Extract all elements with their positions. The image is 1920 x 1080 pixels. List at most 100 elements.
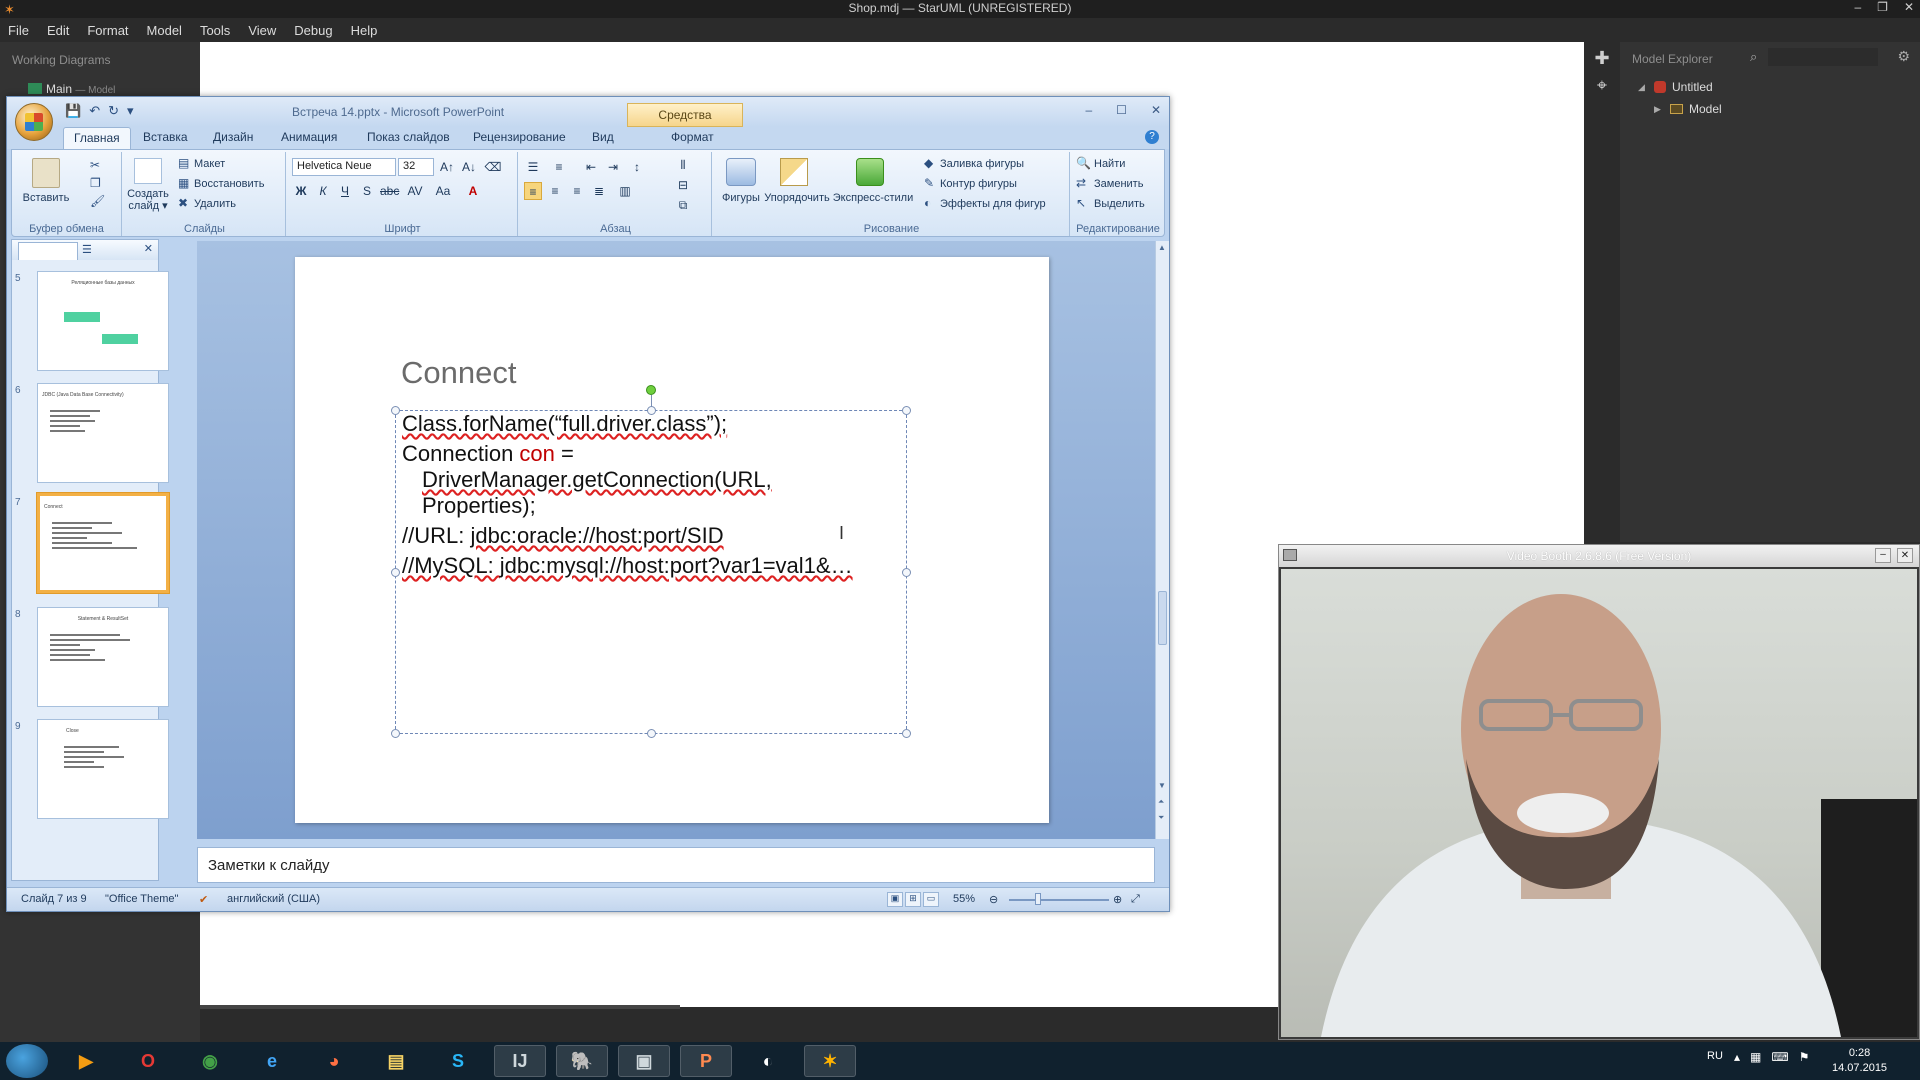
redo-icon[interactable]: ↻ [108,103,119,119]
slide-thumbnail-8[interactable]: Statement & ResultSet [37,607,169,707]
zoom-out-icon[interactable]: ⊖ [989,893,998,906]
paste-button[interactable]: Вставить [20,192,72,204]
language-indicator[interactable]: RU [1707,1050,1723,1062]
new-slide-button[interactable]: Создать слайд ▾ [124,188,172,212]
slide-thumbnail-5[interactable]: Реляционные базы данных [37,271,169,371]
gear-icon[interactable]: ⚙ [1897,48,1910,65]
spell-check-icon[interactable]: ✔ [199,893,208,906]
minimize-button[interactable]: – [1854,0,1861,14]
reset-button[interactable]: Восстановить [194,178,264,190]
notes-pane[interactable]: Заметки к слайду [197,847,1155,883]
align-center-icon[interactable]: ≡ [546,182,564,200]
clock[interactable]: 0:28 14.07.2015 [1832,1046,1887,1076]
video-booth-task-icon[interactable]: ▣ [618,1045,670,1077]
zoom-slider-knob[interactable] [1035,893,1041,905]
close-panel-icon[interactable]: ✕ [144,242,153,255]
powerpoint-task-icon[interactable]: P [680,1045,732,1077]
previous-slide-icon[interactable]: ⏶ [1158,797,1164,807]
firefox-icon[interactable]: ◕ [308,1045,360,1077]
delete-button[interactable]: Удалить [194,198,236,210]
shape-fill-button[interactable]: Заливка фигуры [940,158,1024,170]
clear-formatting-icon[interactable]: ⌫ [484,158,502,176]
chrome-icon[interactable]: ◉ [184,1045,236,1077]
zoom-level[interactable]: 55% [953,893,975,905]
smartart-icon[interactable]: ⧉ [674,196,692,214]
increase-indent-icon[interactable]: ⇥ [604,158,622,176]
media-player-icon[interactable]: ▶ [60,1045,112,1077]
scroll-thumb[interactable] [1158,591,1167,645]
content-placeholder[interactable]: Class.forName(“full.driver.class”); Conn… [391,385,911,738]
customize-qat-icon[interactable]: ▾ [127,103,134,119]
char-spacing-icon[interactable]: AV [406,182,424,200]
shrink-font-icon[interactable]: A↓ [460,158,478,176]
tree-item-project[interactable]: ◢ Untitled [1638,80,1713,94]
current-slide[interactable]: Connect Class.forName(“full.driver.class… [295,257,1049,823]
shape-effects-button[interactable]: Эффекты для фигур [940,198,1046,210]
paste-icon[interactable] [32,158,60,188]
menu-format[interactable]: Format [87,23,128,38]
select-button[interactable]: Выделить [1094,198,1145,210]
outline-tab[interactable]: ☰ [82,243,92,256]
office-button[interactable] [15,103,53,141]
editor-vertical-scrollbar[interactable]: ▲ ▼ ⏶ ⏷ [1155,241,1169,839]
slide-thumbnail-7[interactable]: Connect [37,493,169,593]
close-button[interactable]: ✕ [1904,0,1914,14]
tab-home[interactable]: Главная [63,127,131,149]
help-icon[interactable]: ? [1145,130,1159,144]
tab-animation[interactable]: Анимация [281,130,337,144]
keyboard-icon[interactable]: ⌨ [1771,1050,1788,1064]
align-right-icon[interactable]: ≡ [568,182,586,200]
status-theme[interactable]: "Office Theme" [105,893,178,905]
slide-thumbnail-9[interactable]: Close [37,719,169,819]
resize-handle[interactable] [391,406,400,415]
menu-model[interactable]: Model [147,23,182,38]
resize-handle[interactable] [647,729,656,738]
italic-icon[interactable]: К [314,182,332,200]
shadow-icon[interactable]: S [358,182,376,200]
resize-handle[interactable] [391,729,400,738]
text-direction-icon[interactable]: ⫴ [674,156,692,174]
ppt-maximize-button[interactable]: ☐ [1116,103,1127,117]
quick-styles-icon[interactable] [856,158,884,186]
zoom-in-icon[interactable]: ⊕ [1113,893,1122,906]
canvas-horizontal-scrollbar[interactable] [200,1005,680,1009]
cut-icon[interactable]: ✂ [90,158,100,172]
menu-tools[interactable]: Tools [200,23,230,38]
slide-thumbnail-6[interactable]: JDBC (Java Data Base Connectivity) [37,383,169,483]
justify-icon[interactable]: ≣ [590,182,608,200]
tab-view[interactable]: Вид [592,130,614,144]
collapsed-arrow-icon[interactable]: ▶ [1654,104,1664,115]
menu-file[interactable]: File [8,23,29,38]
menu-debug[interactable]: Debug [294,23,332,38]
save-icon[interactable]: 💾 [65,103,81,119]
resize-handle[interactable] [391,568,400,577]
video-booth-close-button[interactable]: ✕ [1897,548,1913,563]
tab-review[interactable]: Рецензирование [473,130,566,144]
postgresql-icon[interactable]: 🐘 [556,1045,608,1077]
font-color-icon[interactable]: A [464,182,482,200]
skype-icon[interactable]: S [432,1045,484,1077]
expanded-arrow-icon[interactable]: ◢ [1638,82,1648,93]
replace-button[interactable]: Заменить [1094,178,1143,190]
slide-sorter-icon[interactable]: ⊞ [905,892,921,907]
layout-button[interactable]: Макет [194,158,225,170]
tab-slideshow[interactable]: Показ слайдов [367,130,450,144]
opera-icon[interactable]: O [122,1045,174,1077]
line-spacing-icon[interactable]: ↕ [628,158,646,176]
slide-title[interactable]: Connect [401,355,516,391]
scroll-up-icon[interactable]: ▲ [1158,243,1166,252]
normal-view-icon[interactable]: ▣ [887,892,903,907]
next-slide-icon[interactable]: ⏷ [1158,813,1164,823]
quick-styles-button[interactable]: Экспресс-стили [832,192,914,204]
file-explorer-icon[interactable]: ▤ [370,1045,422,1077]
menu-edit[interactable]: Edit [47,23,69,38]
zoom-slider[interactable] [1009,899,1109,901]
video-booth-minimize-button[interactable]: – [1875,548,1891,563]
decrease-indent-icon[interactable]: ⇤ [582,158,600,176]
network-icon[interactable]: ▦ [1750,1050,1761,1064]
bullets-icon[interactable]: ☰ [524,158,542,176]
font-size-select[interactable]: 32 [398,158,434,176]
columns-icon[interactable]: ▥ [616,182,634,200]
align-left-icon[interactable]: ≡ [524,182,542,200]
shapes-icon[interactable] [726,158,756,186]
